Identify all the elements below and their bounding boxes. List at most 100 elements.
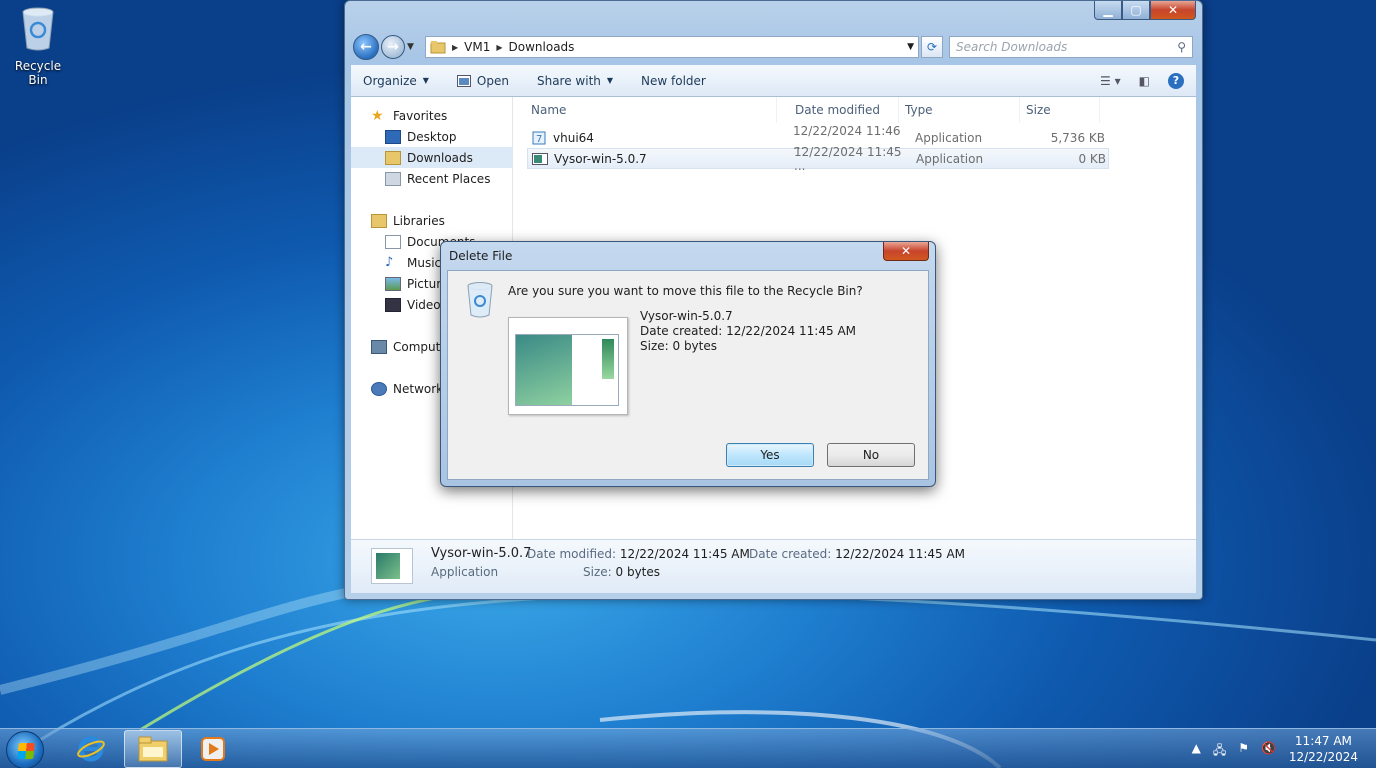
dialog-question: Are you sure you want to move this file … — [508, 284, 863, 298]
nav-recent-places[interactable]: Recent Places — [351, 168, 512, 189]
address-bar[interactable]: ▶ VM1 ▶ Downloads ▼ — [425, 36, 919, 58]
details-file-name: Vysor-win-5.0.7 — [431, 546, 532, 561]
chevron-down-icon: ▼ — [422, 76, 429, 85]
address-dropdown-icon[interactable]: ▼ — [907, 42, 914, 52]
search-placeholder: Search Downloads — [956, 40, 1068, 54]
folder-icon — [430, 41, 446, 54]
forward-button[interactable]: → — [381, 35, 405, 59]
file-size: 0 KB — [1078, 151, 1106, 166]
nav-libraries[interactable]: Libraries — [351, 210, 512, 231]
show-hidden-icons-icon[interactable]: ▲ — [1192, 741, 1201, 762]
details-date-created: Date created: 12/22/2024 11:45 AM — [749, 547, 966, 561]
search-input[interactable]: Search Downloads ⚲ — [949, 36, 1193, 58]
svg-text:7: 7 — [536, 134, 542, 145]
media-player-icon — [201, 737, 225, 761]
navigation-bar: ← → ▼ ▶ VM1 ▶ Downloads ▼ ⟳ Search Downl… — [353, 33, 1194, 61]
nav-desktop-label: Desktop — [407, 129, 457, 144]
taskbar-media-player[interactable] — [184, 730, 242, 768]
help-icon[interactable]: ? — [1168, 72, 1184, 89]
action-center-flag-icon[interactable]: ⚑ — [1238, 741, 1249, 762]
nav-downloads[interactable]: Downloads — [351, 147, 512, 168]
breadcrumb-separator-icon: ▶ — [496, 42, 503, 52]
nav-desktop[interactable]: Desktop — [351, 126, 512, 147]
organize-label: Organize — [363, 73, 417, 88]
window-controls: ▁ ▢ ✕ — [1094, 1, 1196, 20]
refresh-button[interactable]: ⟳ — [921, 36, 943, 58]
breadcrumb-vm1[interactable]: VM1 — [464, 40, 490, 54]
file-size: 5,736 KB — [1050, 130, 1105, 145]
open-app-icon — [456, 74, 471, 87]
minimize-button[interactable]: ▁ — [1094, 1, 1122, 20]
nav-favorites-label: Favorites — [393, 108, 448, 123]
column-size[interactable]: Size — [1020, 97, 1100, 123]
preview-pane-icon[interactable]: ◧ — [1139, 74, 1150, 88]
recent-pages-dropdown[interactable]: ▼ — [407, 42, 419, 52]
recycle-bin-icon — [22, 7, 54, 51]
recycle-bin-icon — [467, 282, 493, 318]
dialog-title: Delete File — [449, 249, 513, 263]
installer-icon: 7 — [532, 131, 546, 145]
file-explorer-icon — [138, 736, 168, 762]
internet-explorer-icon — [77, 736, 105, 762]
dialog-size: Size: 0 bytes — [640, 339, 717, 353]
details-size: Size: 0 bytes — [583, 565, 661, 579]
taskbar-file-explorer[interactable] — [124, 730, 182, 768]
music-icon: ♪ — [385, 254, 394, 270]
nav-music-label: Music — [407, 255, 442, 270]
share-with-button[interactable]: Share with ▼ — [537, 74, 613, 88]
change-view-button[interactable]: ☰ ▾ — [1100, 74, 1121, 88]
clock[interactable]: 11:47 AM 12/22/2024 — [1289, 733, 1358, 765]
command-bar: Organize ▼ Open Share with ▼ New folder ☰ … — [351, 65, 1196, 97]
pictures-icon — [385, 276, 401, 291]
view-controls: ☰ ▾ ◧ ? — [1082, 72, 1184, 89]
start-button[interactable] — [6, 731, 44, 768]
maximize-button[interactable]: ▢ — [1122, 1, 1150, 20]
network-icon — [371, 381, 387, 396]
file-name: vhui64 — [553, 130, 594, 145]
dialog-close-button[interactable]: ✕ — [883, 242, 929, 261]
open-label: Open — [476, 73, 509, 88]
chevron-down-icon: ▼ — [606, 76, 614, 85]
yes-button[interactable]: Yes — [726, 443, 814, 467]
nav-recent-places-label: Recent Places — [407, 171, 491, 186]
new-folder-button[interactable]: New folder — [641, 74, 706, 88]
libraries-icon — [371, 213, 387, 228]
dialog-file-info: Vysor-win-5.0.7 Date created: 12/22/2024… — [640, 309, 856, 354]
open-button[interactable]: Open — [456, 73, 509, 88]
videos-icon — [385, 297, 401, 312]
dialog-date-created: Date created: 12/22/2024 11:45 AM — [640, 324, 856, 338]
network-icon[interactable]: 🖧 — [1213, 741, 1226, 762]
taskbar: ▲ 🖧 ⚑ 🔇 11:47 AM 12/22/2024 — [0, 728, 1376, 768]
file-row-selected[interactable]: Vysor-win-5.0.7 12/22/2024 11:45 ... App… — [527, 145, 1109, 173]
file-name: Vysor-win-5.0.7 — [554, 151, 647, 166]
breadcrumb-downloads[interactable]: Downloads — [509, 40, 575, 54]
star-icon: ★ — [371, 107, 384, 124]
dialog-body: Are you sure you want to move this file … — [447, 270, 929, 480]
nav-downloads-label: Downloads — [407, 150, 473, 165]
application-icon — [532, 152, 548, 165]
file-type: Application — [915, 130, 983, 145]
documents-icon — [385, 234, 401, 249]
column-date-modified[interactable]: Date modified — [777, 97, 899, 123]
delete-file-dialog: Delete File ✕ Are you sure you want to m… — [440, 241, 936, 487]
recycle-bin-desktop-icon[interactable]: Recycle Bin — [4, 6, 72, 87]
downloads-folder-icon — [385, 150, 401, 165]
volume-muted-icon[interactable]: 🔇 — [1261, 741, 1276, 762]
no-button[interactable]: No — [827, 443, 915, 467]
column-type[interactable]: Type — [899, 97, 1020, 123]
column-name[interactable]: Name — [513, 97, 777, 123]
file-thumbnail — [371, 548, 413, 584]
taskbar-internet-explorer[interactable] — [62, 730, 120, 768]
clock-date: 12/22/2024 — [1288, 750, 1358, 764]
nav-network-label: Network — [393, 381, 444, 396]
back-arrow-icon: ← — [360, 39, 372, 55]
dialog-file-name: Vysor-win-5.0.7 — [640, 309, 733, 323]
nav-favorites[interactable]: ★ Favorites — [351, 105, 512, 126]
new-folder-label: New folder — [641, 73, 706, 88]
desktop-icon — [385, 129, 401, 144]
details-pane: Vysor-win-5.0.7 Application Date modifie… — [351, 539, 1196, 593]
close-button[interactable]: ✕ — [1150, 1, 1196, 20]
organize-button[interactable]: Organize ▼ — [363, 74, 429, 88]
file-preview-thumbnail — [508, 317, 628, 415]
back-button[interactable]: ← — [353, 34, 379, 60]
